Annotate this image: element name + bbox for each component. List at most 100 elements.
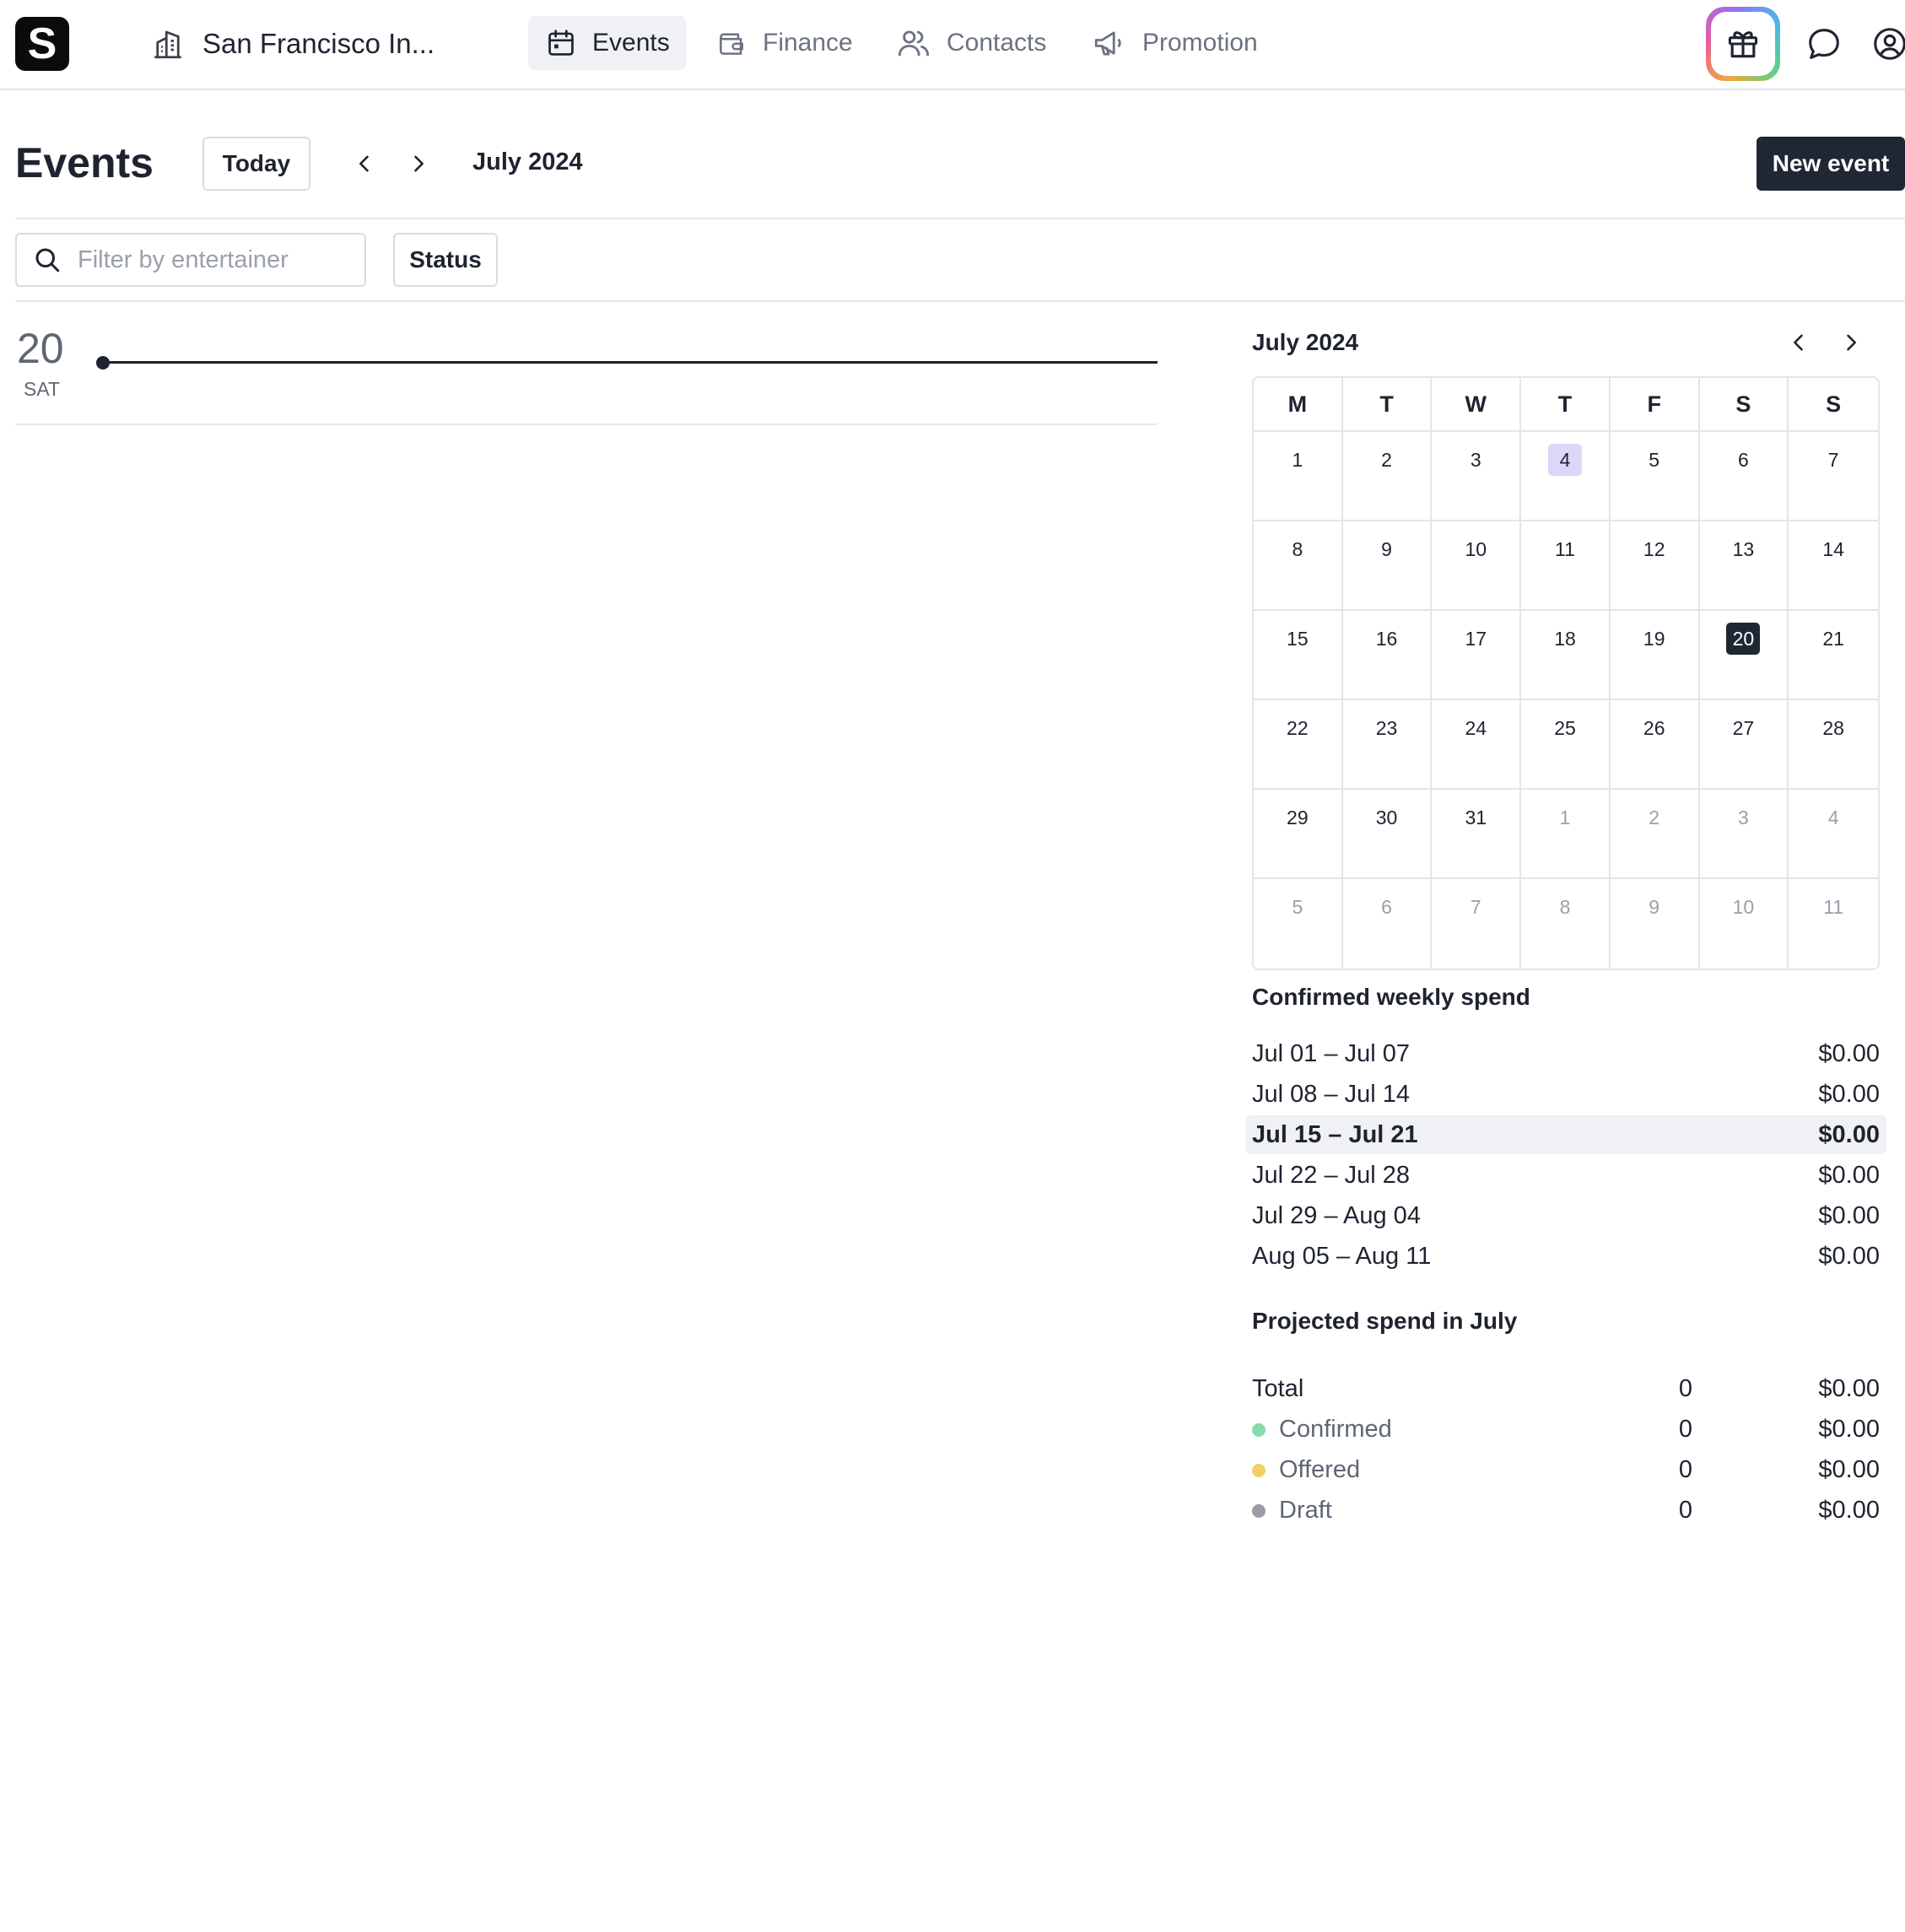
calendar-day-cell[interactable]: 14 [1789, 521, 1878, 611]
week-amount: $0.00 [1818, 1201, 1880, 1229]
calendar-day-cell[interactable]: 17 [1432, 611, 1522, 700]
weekday-label: M [1254, 378, 1343, 430]
wallet-icon [720, 33, 743, 55]
projected-count: 0 [1678, 1497, 1693, 1524]
next-period-button[interactable] [400, 145, 437, 182]
megaphone-icon [1094, 31, 1121, 56]
calendar-day-cell[interactable]: 6 [1699, 432, 1789, 521]
calendar-day-grid: 1 2 3 4 5 6 7 8 9 10 11 12 13 14 15 16 17 18 19 20 21 22 23 24 2… [1254, 432, 1878, 969]
calendar-day-cell[interactable]: 4 [1521, 432, 1611, 521]
tab-contacts[interactable]: Contacts [879, 16, 1063, 70]
calendar-day-cell[interactable]: 10 [1700, 879, 1789, 969]
entertainer-search[interactable] [15, 233, 366, 287]
tab-finance-label: Finance [763, 29, 853, 57]
agenda-day-of-week: SAT [24, 378, 61, 400]
weekday-label: W [1432, 378, 1522, 430]
calendar-day-cell[interactable]: 6 [1343, 879, 1433, 969]
calendar-day-number: 23 [1375, 716, 1398, 739]
calendar-day-cell[interactable]: 25 [1521, 700, 1611, 790]
calendar-day-number: 29 [1287, 806, 1309, 828]
mini-calendar: M T W T F S S 1 2 3 4 5 6 7 8 9 10 11 12 13 14 15 16 17 1… [1252, 376, 1880, 970]
calendar-day-cell[interactable]: 9 [1342, 521, 1433, 611]
calendar-day-cell[interactable]: 27 [1699, 700, 1789, 790]
calendar-day-cell[interactable]: 23 [1342, 700, 1433, 790]
calendar-day-number: 10 [1732, 895, 1755, 918]
calendar-day-cell[interactable]: 11 [1789, 879, 1878, 969]
calendar-day-cell[interactable]: 16 [1342, 611, 1433, 700]
weekday-label: S [1700, 378, 1789, 430]
calendar-day-cell[interactable]: 31 [1432, 790, 1522, 879]
tab-promotion-label: Promotion [1142, 29, 1258, 57]
agenda-day-number: 20 [17, 325, 64, 372]
calendar-day-cell[interactable]: 26 [1610, 700, 1700, 790]
projected-count: 0 [1678, 1375, 1693, 1402]
calendar-day-cell[interactable]: 21 [1789, 611, 1878, 700]
calendar-day-number: 6 [1381, 895, 1392, 918]
week-range: Jul 15 – Jul 21 [1252, 1120, 1418, 1148]
week-range: Jul 01 – Jul 07 [1252, 1039, 1411, 1067]
prev-period-button[interactable] [346, 145, 383, 182]
gift-button[interactable] [1706, 7, 1780, 81]
week-range: Jul 29 – Aug 04 [1252, 1201, 1421, 1229]
app-logo[interactable]: S [15, 17, 69, 71]
calendar-day-number: 18 [1554, 627, 1576, 650]
calendar-day-cell[interactable]: 11 [1521, 521, 1611, 611]
calendar-day-cell[interactable]: 2 [1342, 432, 1433, 521]
new-event-button[interactable]: New event [1757, 137, 1905, 191]
status-dot-icon [1252, 1503, 1266, 1518]
calendar-day-cell[interactable]: 1 [1254, 432, 1343, 521]
projected-label-group: Confirmed [1252, 1416, 1392, 1444]
mini-calendar-prev-button[interactable] [1780, 324, 1817, 361]
weekly-spend-row-current: Jul 15 – Jul 21 $0.00 [1245, 1115, 1886, 1154]
account-button[interactable] [1868, 22, 1905, 66]
mini-calendar-title: July 2024 [1252, 329, 1359, 355]
calendar-day-cell[interactable]: 15 [1254, 611, 1343, 700]
calendar-day-cell[interactable]: 13 [1699, 521, 1789, 611]
calendar-day-cell[interactable]: 1 [1521, 790, 1611, 879]
projected-amount: $0.00 [1818, 1497, 1880, 1524]
chevron-right-icon [414, 155, 424, 172]
weekly-spend-row: Jul 08 – Jul 14 $0.00 [1245, 1075, 1886, 1114]
calendar-day-cell[interactable]: 4 [1789, 790, 1878, 879]
calendar-day-cell[interactable]: 8 [1254, 521, 1343, 611]
calendar-day-cell[interactable]: 3 [1699, 790, 1789, 879]
tab-promotion[interactable]: Promotion [1075, 16, 1275, 70]
calendar-day-cell[interactable]: 24 [1432, 700, 1522, 790]
calendar-day-cell[interactable]: 7 [1432, 879, 1522, 969]
calendar-day-cell[interactable]: 2 [1610, 790, 1700, 879]
venue-switcher[interactable]: San Francisco In... [150, 20, 434, 67]
weekday-label: T [1343, 378, 1433, 430]
calendar-day-cell[interactable]: 22 [1254, 700, 1343, 790]
today-button[interactable]: Today [202, 137, 310, 191]
calendar-day-number: 7 [1470, 895, 1481, 918]
weekday-label: T [1521, 378, 1611, 430]
weekly-spend-row: Aug 05 – Aug 11 $0.00 [1245, 1237, 1886, 1276]
calendar-day-cell[interactable]: 29 [1254, 790, 1343, 879]
calendar-day-number: 4 [1827, 806, 1839, 828]
calendar-day-cell[interactable]: 9 [1611, 879, 1700, 969]
calendar-day-cell[interactable]: 5 [1254, 879, 1343, 969]
calendar-day-number: 7 [1827, 448, 1839, 471]
messages-button[interactable] [1802, 22, 1846, 66]
calendar-day-cell[interactable]: 8 [1521, 879, 1611, 969]
projected-label: Offered [1279, 1456, 1361, 1483]
header-divider [15, 218, 1905, 219]
calendar-day-cell[interactable]: 30 [1342, 790, 1433, 879]
calendar-day-number: 28 [1822, 716, 1844, 739]
mini-calendar-next-button[interactable] [1832, 324, 1870, 361]
calendar-day-cell[interactable]: 19 [1610, 611, 1700, 700]
status-filter-button[interactable]: Status [393, 233, 498, 287]
calendar-day-cell[interactable]: 28 [1789, 700, 1878, 790]
entertainer-filter-input[interactable] [78, 246, 348, 274]
calendar-day-cell[interactable]: 20 [1699, 611, 1789, 700]
agenda-divider [15, 424, 1158, 425]
tab-finance[interactable]: Finance [699, 16, 870, 70]
calendar-day-cell[interactable]: 12 [1610, 521, 1700, 611]
calendar-day-cell[interactable]: 5 [1610, 432, 1700, 521]
calendar-day-cell[interactable]: 3 [1432, 432, 1522, 521]
week-amount: $0.00 [1818, 1120, 1880, 1148]
tab-events[interactable]: Events [528, 16, 687, 70]
calendar-day-cell[interactable]: 10 [1432, 521, 1522, 611]
calendar-day-cell[interactable]: 18 [1521, 611, 1611, 700]
calendar-day-cell[interactable]: 7 [1789, 432, 1878, 521]
